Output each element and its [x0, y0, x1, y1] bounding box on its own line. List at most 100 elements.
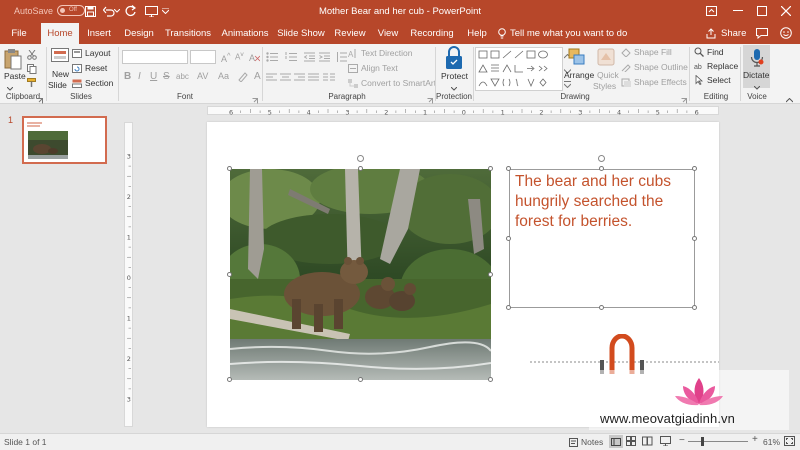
microphone-icon[interactable] — [750, 48, 764, 71]
select-button[interactable]: Select — [694, 75, 731, 85]
selection-handle[interactable] — [692, 166, 697, 171]
paste-button[interactable]: Paste — [4, 71, 26, 81]
highlight-icon[interactable] — [237, 72, 249, 85]
align-center-icon[interactable] — [280, 73, 291, 85]
align-text-button[interactable]: Align Text — [348, 63, 398, 73]
increase-indent-icon[interactable] — [319, 52, 330, 65]
normal-view-icon[interactable] — [609, 435, 623, 448]
protect-button[interactable]: Protect — [441, 71, 468, 81]
customize-toolbar-icon[interactable] — [160, 3, 170, 19]
tab-review[interactable]: Review — [331, 23, 369, 44]
cut-icon[interactable] — [27, 49, 37, 63]
zoom-slider-thumb[interactable] — [701, 437, 704, 446]
minimize-icon[interactable] — [728, 2, 748, 20]
zoom-in-icon[interactable]: + — [752, 435, 758, 445]
line-spacing-icon[interactable] — [336, 52, 347, 65]
quick-styles-button[interactable]: Quick — [597, 70, 619, 80]
redo-icon[interactable] — [123, 3, 139, 19]
character-spacing-icon[interactable]: AV — [197, 71, 208, 81]
tab-insert[interactable]: Insert — [82, 23, 116, 44]
smiley-feedback-icon[interactable] — [780, 27, 792, 42]
selection-handle[interactable] — [488, 377, 493, 382]
close-icon[interactable] — [776, 2, 796, 20]
autosave-switch[interactable]: Off — [57, 5, 86, 16]
replace-button[interactable]: ab Replace — [694, 61, 738, 71]
align-left-icon[interactable] — [266, 73, 277, 85]
shape-effects-button[interactable]: Shape Effects — [621, 77, 687, 87]
text-box[interactable]: The bear and her cubs hungrily searched … — [509, 169, 695, 308]
selection-handle[interactable] — [358, 166, 363, 171]
selection-handle[interactable] — [488, 272, 493, 277]
zoom-out-icon[interactable]: − — [679, 436, 685, 446]
slide-sorter-icon[interactable] — [626, 436, 636, 448]
increase-font-icon[interactable]: A^ — [221, 51, 231, 64]
text-direction-button[interactable]: A Text Direction — [348, 48, 413, 58]
tab-transitions[interactable]: Transitions — [164, 23, 212, 44]
new-slide-icon[interactable] — [51, 48, 69, 69]
autosave-toggle[interactable]: AutoSave Off — [14, 5, 86, 16]
strikethrough-button[interactable]: S — [163, 71, 170, 82]
layout-button[interactable]: Layout — [72, 48, 111, 58]
undo-dropdown-icon[interactable] — [113, 3, 121, 19]
tab-animations[interactable]: Animations — [219, 23, 271, 44]
text-shadow-button[interactable]: abc — [176, 72, 189, 81]
quick-styles-icon[interactable] — [597, 48, 615, 71]
selection-handle[interactable] — [506, 236, 511, 241]
selection-handle[interactable] — [227, 377, 232, 382]
maximize-icon[interactable] — [752, 2, 772, 20]
selection-handle[interactable] — [488, 166, 493, 171]
tab-help[interactable]: Help — [463, 23, 491, 44]
find-button[interactable]: Find — [694, 47, 724, 57]
reset-button[interactable]: Reset — [72, 63, 107, 73]
new-slide-button-label2[interactable]: Slide — [48, 80, 67, 90]
selection-handle[interactable] — [506, 305, 511, 310]
tab-home[interactable]: Home — [41, 23, 79, 44]
clear-formatting-icon[interactable]: A — [249, 52, 261, 65]
format-painter-icon[interactable] — [27, 78, 37, 91]
font-color-icon[interactable]: A — [254, 71, 261, 82]
tab-slide-show[interactable]: Slide Show — [276, 23, 326, 44]
columns-icon[interactable] — [323, 73, 335, 85]
new-slide-button[interactable]: New — [52, 69, 69, 79]
notes-button[interactable]: Notes — [569, 437, 603, 447]
start-slideshow-icon[interactable] — [143, 3, 159, 19]
tab-design[interactable]: Design — [121, 23, 157, 44]
decrease-indent-icon[interactable] — [303, 52, 315, 65]
numbering-icon[interactable] — [285, 52, 299, 65]
shapes-gallery[interactable] — [475, 47, 563, 91]
copy-icon[interactable] — [27, 64, 37, 77]
comments-icon[interactable] — [756, 28, 768, 42]
selection-handle[interactable] — [358, 377, 363, 382]
paste-icon[interactable] — [4, 48, 22, 73]
rotate-handle-icon[interactable] — [357, 155, 364, 162]
selection-handle[interactable] — [227, 166, 232, 171]
change-case-icon[interactable]: Aa — [218, 71, 229, 81]
tab-file[interactable]: File — [4, 23, 34, 44]
fit-to-window-icon[interactable] — [784, 436, 795, 448]
bold-button[interactable]: B — [124, 71, 131, 82]
selection-handle[interactable] — [227, 272, 232, 277]
selection-handle[interactable] — [506, 166, 511, 171]
slide-thumbnail-1[interactable] — [22, 116, 107, 164]
zoom-level[interactable]: 61% — [763, 437, 780, 447]
bear-photo[interactable] — [220, 164, 500, 380]
section-button[interactable]: Section — [72, 78, 113, 88]
decrease-font-icon[interactable]: Av — [235, 51, 244, 62]
shape-outline-button[interactable]: Shape Outline — [621, 62, 688, 72]
slideshow-view-icon[interactable] — [660, 436, 671, 448]
convert-smartart-button[interactable]: Convert to SmartArt — [348, 78, 436, 88]
gallery-more-icon[interactable] — [563, 79, 572, 91]
font-size-box[interactable] — [190, 50, 216, 64]
arrange-icon[interactable] — [568, 48, 586, 71]
bullets-icon[interactable] — [266, 52, 280, 65]
slide-text[interactable]: The bear and her cubs hungrily searched … — [515, 172, 690, 232]
tell-me-box[interactable]: Tell me what you want to do — [498, 23, 627, 44]
italic-button[interactable]: I — [138, 71, 141, 82]
vertical-ruler[interactable]: 3 2 1 0 1 2 3 — [124, 122, 133, 427]
save-icon[interactable] — [82, 3, 98, 19]
tab-recording[interactable]: Recording — [409, 23, 455, 44]
collapse-ribbon-icon[interactable] — [785, 94, 794, 106]
share-button[interactable]: Share — [706, 23, 746, 44]
underline-button[interactable]: U — [150, 71, 157, 82]
selection-handle[interactable] — [599, 305, 604, 310]
